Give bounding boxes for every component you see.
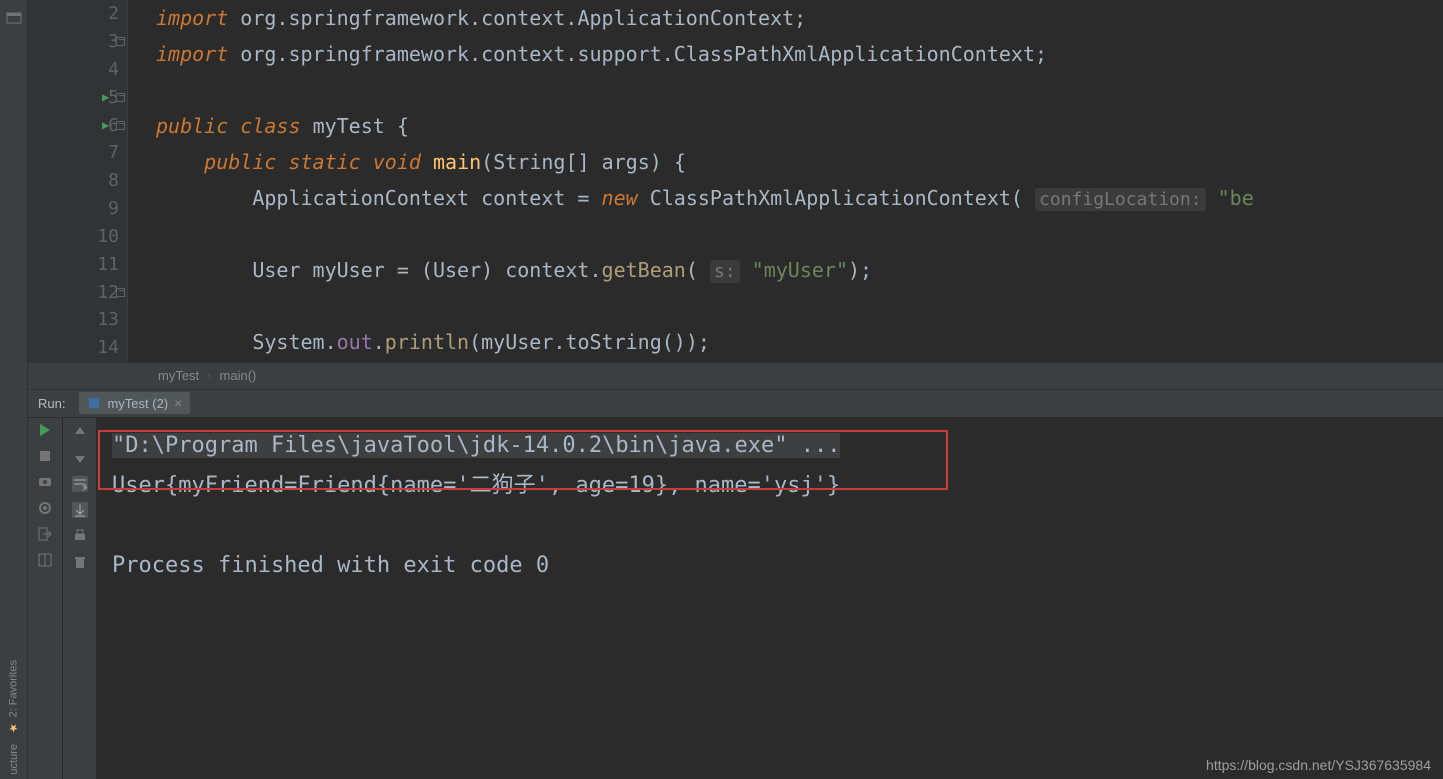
gutter: 12345▶6▶7891011121314: [28, 0, 128, 362]
code-line[interactable]: import org.springframework.context.suppo…: [156, 36, 1443, 72]
fold-icon[interactable]: [116, 121, 125, 130]
line-number: 7: [83, 142, 119, 163]
dump-icon[interactable]: [37, 474, 53, 490]
up-icon[interactable]: [72, 424, 88, 440]
favorites-tab[interactable]: ★ 2: Favorites: [7, 660, 20, 734]
stop-icon[interactable]: [37, 448, 53, 464]
gutter-row[interactable]: 6▶: [28, 111, 127, 139]
gutter-row[interactable]: 13: [28, 306, 127, 334]
line-number: 4: [83, 59, 119, 80]
line-number: 14: [83, 337, 119, 358]
layout-icon[interactable]: [37, 552, 53, 568]
line-number: 2: [83, 3, 119, 24]
run-panel: "D:\Program Files\javaTool\jdk-14.0.2\bi…: [28, 418, 1443, 779]
gutter-row[interactable]: 3: [28, 28, 127, 56]
breadcrumb-method[interactable]: main(): [220, 368, 257, 383]
run-tab-title: myTest (2): [107, 396, 168, 411]
line-number: 12: [83, 282, 119, 303]
settings-icon[interactable]: [37, 500, 53, 516]
fold-icon[interactable]: [116, 288, 125, 297]
code-area[interactable]: import org.springframework.beans.factory…: [128, 0, 1443, 362]
rerun-icon[interactable]: [37, 422, 53, 438]
print-icon[interactable]: [72, 528, 88, 544]
line-number: 10: [83, 226, 119, 247]
code-line[interactable]: [156, 288, 1443, 324]
exit-icon[interactable]: [37, 526, 53, 542]
gutter-row[interactable]: 9: [28, 195, 127, 223]
run-gutter-icon[interactable]: ▶: [102, 118, 109, 132]
trash-icon[interactable]: [72, 554, 88, 570]
code-line[interactable]: [156, 72, 1443, 108]
fold-icon[interactable]: [116, 37, 125, 46]
line-number: 5: [83, 87, 119, 108]
run-toolbar-left: [28, 418, 62, 779]
wrap-icon[interactable]: [72, 476, 88, 492]
gutter-row[interactable]: 10: [28, 223, 127, 251]
code-line[interactable]: public static void main(String[] args) {: [156, 144, 1443, 180]
gutter-row[interactable]: 7: [28, 139, 127, 167]
gutter-row[interactable]: 5▶: [28, 83, 127, 111]
chevron-right-icon: ›: [207, 368, 211, 383]
project-icon[interactable]: [6, 10, 22, 26]
run-tab[interactable]: myTest (2) ×: [79, 392, 190, 414]
code-line[interactable]: System.out.println(myUser.toString());: [156, 324, 1443, 360]
breadcrumb[interactable]: myTest › main(): [28, 362, 1443, 390]
gutter-row[interactable]: 12: [28, 278, 127, 306]
run-label: Run:: [28, 396, 75, 411]
gutter-row[interactable]: 8: [28, 167, 127, 195]
code-line[interactable]: ApplicationContext context = new ClassPa…: [156, 180, 1443, 216]
line-number: 6: [83, 115, 119, 136]
gutter-row[interactable]: 2: [28, 0, 127, 28]
structure-tab[interactable]: ucture: [8, 744, 20, 775]
console-line: Process finished with exit code 0: [112, 546, 1427, 586]
line-number: 11: [83, 254, 119, 275]
code-editor[interactable]: 12345▶6▶7891011121314 import org.springf…: [28, 0, 1443, 362]
code-line[interactable]: public class myTest {: [156, 108, 1443, 144]
down-icon[interactable]: [72, 450, 88, 466]
breadcrumb-class[interactable]: myTest: [158, 368, 199, 383]
gutter-row[interactable]: 4: [28, 56, 127, 84]
line-number: 3: [83, 31, 119, 52]
code-line[interactable]: User myUser = (User) context.getBean( s:…: [156, 252, 1443, 288]
gutter-row[interactable]: 14: [28, 334, 127, 362]
line-number: 13: [83, 309, 119, 330]
console-line: "D:\Program Files\javaTool\jdk-14.0.2\bi…: [112, 426, 1427, 466]
scroll-icon[interactable]: [72, 502, 88, 518]
run-panel-header: Run: myTest (2) ×: [28, 390, 1443, 418]
coffee-icon: [87, 396, 101, 410]
line-number: 9: [83, 198, 119, 219]
run-toolbar-right: [62, 418, 96, 779]
console-output[interactable]: "D:\Program Files\javaTool\jdk-14.0.2\bi…: [96, 418, 1443, 779]
fold-icon[interactable]: [116, 93, 125, 102]
close-icon[interactable]: ×: [174, 395, 182, 411]
left-sidebar: ★ 2: Favorites ucture: [0, 0, 28, 779]
console-line: User{myFriend=Friend{name='二狗子', age=19}…: [112, 466, 1427, 506]
code-line[interactable]: import org.springframework.context.Appli…: [156, 0, 1443, 36]
run-gutter-icon[interactable]: ▶: [102, 90, 109, 104]
console-line: [112, 506, 1427, 546]
code-line[interactable]: [156, 216, 1443, 252]
line-number: 8: [83, 170, 119, 191]
watermark: https://blog.csdn.net/YSJ367635984: [1206, 757, 1431, 773]
gutter-row[interactable]: 11: [28, 250, 127, 278]
